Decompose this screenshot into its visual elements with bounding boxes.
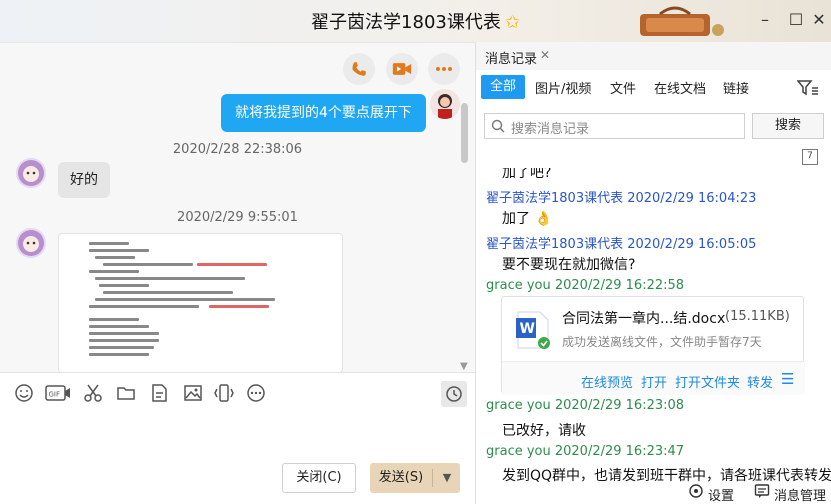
file-actions: 在线预览 打开 打开文件夹 转发 ☰ <box>502 361 805 395</box>
timestamp: 2020/2/28 22:38:06 <box>172 142 303 157</box>
tab-online-docs[interactable]: 在线文档 <box>654 78 706 97</box>
history-sender: 翟子茵法学1803课代表 2020/2/29 16:05:05 <box>486 237 757 252</box>
file-name[interactable]: 合同法第一章内...结.docx <box>562 308 725 328</box>
emoji-icon[interactable] <box>14 383 34 403</box>
more-icon <box>436 67 452 71</box>
history-sender: 翟子茵法学1803课代表 2020/2/29 16:04:23 <box>486 191 757 206</box>
svg-text:W: W <box>520 321 535 337</box>
file-card[interactable]: W 合同法第一章内...结.docx (15.11KB) 成功发送离线文件，文件… <box>501 296 805 395</box>
search-icon <box>491 119 505 133</box>
scissors-icon[interactable] <box>83 383 103 403</box>
folder-icon[interactable] <box>116 383 136 403</box>
minimize-button[interactable]: – <box>752 8 778 32</box>
svg-text:GIF: GIF <box>49 391 61 399</box>
search-placeholder: 搜索消息记录 <box>511 122 590 137</box>
history-button[interactable] <box>441 381 467 407</box>
decor-bag-icon <box>640 6 724 36</box>
video-icon <box>392 63 412 75</box>
message-manage-link[interactable]: 消息管理 <box>774 485 826 504</box>
window-title-text: 翟子茵法学1803课代表 <box>311 12 501 33</box>
voice-call-button[interactable] <box>343 53 375 85</box>
contact-avatar[interactable] <box>16 158 46 188</box>
more-tools-icon[interactable] <box>246 383 266 403</box>
search-button[interactable]: 搜索 <box>752 113 824 139</box>
gif-icon[interactable]: GIF <box>45 383 71 403</box>
file-status: 成功发送离线文件，文件助手暂存7天 <box>562 335 762 349</box>
close-window-button[interactable]: ✕ <box>806 8 831 32</box>
tab-all[interactable]: 全部 <box>481 75 525 99</box>
settings-link[interactable]: 设置 <box>708 485 734 504</box>
tab-links[interactable]: 链接 <box>723 78 749 97</box>
shake-icon[interactable] <box>214 383 234 403</box>
chevron-down-icon[interactable]: ▼ <box>460 361 468 372</box>
history-sender: grace you 2020/2/29 16:22:58 <box>486 278 685 293</box>
calendar-icon[interactable]: 7 <box>802 149 818 165</box>
clock-icon <box>446 386 462 402</box>
search-input[interactable]: 搜索消息记录 <box>484 113 745 139</box>
incoming-message: 好的 <box>58 162 110 198</box>
file-size: (15.11KB) <box>725 309 790 324</box>
open-folder-link[interactable]: 打开文件夹 <box>675 372 740 391</box>
send-button[interactable]: 发送(S) ▼ <box>370 463 460 493</box>
ok-hand-icon: 👌 <box>534 211 552 227</box>
history-message-text: 加了 <box>502 211 530 227</box>
history-sender: grace you 2020/2/29 16:23:08 <box>486 398 685 413</box>
star-icon[interactable]: ✩ <box>505 12 520 33</box>
word-file-icon: W <box>516 311 550 349</box>
my-avatar[interactable] <box>430 89 460 119</box>
history-message-text: 已改好，请收 <box>502 423 586 439</box>
menu-icon[interactable]: ☰ <box>781 370 794 388</box>
send-label: 发送(S) <box>378 470 424 485</box>
settings-icon[interactable] <box>688 483 704 503</box>
history-sender: grace you 2020/2/29 16:23:47 <box>486 444 685 459</box>
chat-scrollbar[interactable] <box>461 103 468 163</box>
title-bar: 翟子茵法学1803课代表 ✩ – ☐ ✕ <box>0 0 831 42</box>
filter-icon[interactable] <box>797 79 819 97</box>
phone-icon <box>352 62 366 76</box>
history-message-text: 要不要现在就加微信? <box>502 257 636 273</box>
close-button[interactable]: 关闭(C) <box>282 463 356 493</box>
outgoing-message: 就将我提到的4个要点展开下 <box>221 94 426 132</box>
message-manage-icon[interactable] <box>754 483 770 503</box>
forward-link[interactable]: 转发 <box>747 372 773 391</box>
contact-avatar[interactable] <box>16 228 46 258</box>
more-button[interactable] <box>428 53 460 85</box>
send-separator <box>432 469 433 487</box>
tab-media[interactable]: 图片/视频 <box>535 78 591 97</box>
timestamp: 2020/2/29 9:55:01 <box>177 210 298 225</box>
chat-area: 就将我提到的4个要点展开下 2020/2/28 22:38:06 好的 2020… <box>0 42 475 372</box>
history-message-text: 加了吧? <box>502 165 552 181</box>
message-input[interactable]: 关闭(C) 发送(S) ▼ <box>0 412 475 504</box>
video-call-button[interactable] <box>386 53 418 85</box>
history-tab-title: 消息记录 <box>485 52 538 67</box>
category-tabs: 全部 图片/视频 文件 在线文档 链接 <box>476 75 831 101</box>
tab-files[interactable]: 文件 <box>610 78 636 97</box>
history-message-text: 加了 👌 <box>502 208 552 228</box>
document-icon[interactable] <box>149 383 169 403</box>
history-footer: 设置 消息管理 <box>476 482 831 504</box>
open-file-link[interactable]: 打开 <box>641 372 667 391</box>
close-icon[interactable]: ✕ <box>540 48 550 62</box>
compose-toolbar: GIF <box>0 372 475 412</box>
image-icon[interactable] <box>183 383 203 403</box>
history-panel: 消息记录 ✕ 全部 图片/视频 文件 在线文档 链接 搜索消息记录 搜索 7 加… <box>475 42 831 504</box>
preview-online-link[interactable]: 在线预览 <box>581 372 633 391</box>
history-tab[interactable]: 消息记录 ✕ <box>476 42 831 70</box>
document-image-message[interactable] <box>58 233 343 372</box>
chevron-down-icon[interactable]: ▼ <box>436 463 458 493</box>
